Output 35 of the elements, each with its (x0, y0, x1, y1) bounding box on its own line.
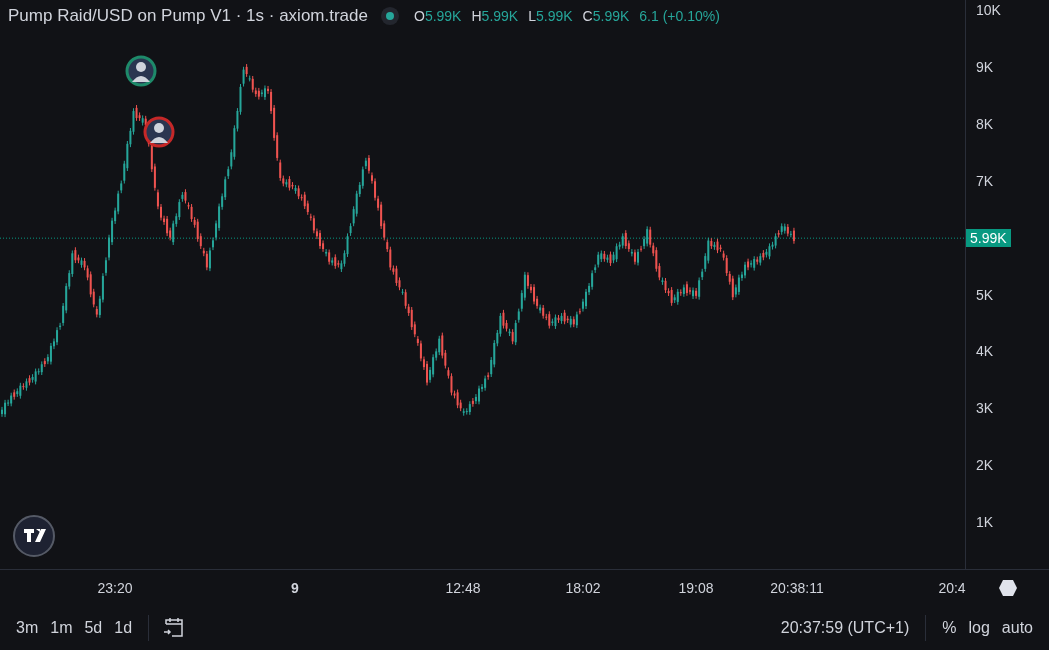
range-button[interactable]: 1d (110, 614, 137, 641)
clock-time[interactable]: 20:37:59 (UTC+1) (780, 618, 910, 637)
price-tick: 4K (976, 343, 994, 360)
time-tick: 9 (291, 580, 299, 596)
ohlc-value: H5.99K (471, 8, 519, 24)
price-change: 6.1 (+0.10%) (639, 8, 720, 24)
price-tick: 7K (976, 172, 994, 189)
scale-option[interactable]: auto (997, 614, 1037, 641)
time-tick: 12:48 (445, 580, 481, 596)
time-tick: 20:38:11 (770, 580, 824, 596)
price-tick: 2K (976, 457, 994, 474)
ohlc-value: O5.99K (414, 8, 462, 24)
settings-icon[interactable] (998, 578, 1018, 598)
price-tick: 5K (976, 286, 994, 303)
price-tick: 1K (976, 514, 994, 531)
time-tick: 19:08 (678, 580, 714, 596)
ohlc-value: L5.99K (528, 8, 573, 24)
range-button[interactable]: 3m (12, 614, 43, 641)
avatar-marker[interactable] (142, 115, 176, 149)
range-button[interactable]: 1m (46, 614, 77, 641)
time-tick: 23:20 (97, 580, 133, 596)
logo-icon[interactable] (12, 514, 56, 558)
price-tick: 9K (976, 58, 994, 75)
chart-title: Pump Raid/USD on Pump V1 · 1s · axiom.trade (8, 6, 368, 26)
last-price-label: 5.99K (966, 229, 1011, 247)
scale-option[interactable]: log (964, 614, 994, 641)
price-tick: 10K (976, 2, 1001, 18)
time-tick: 18:02 (565, 580, 601, 596)
avatar-marker[interactable] (124, 54, 158, 88)
ohlc-value: C5.99K (582, 8, 630, 24)
time-tick: 20:4 (938, 580, 966, 596)
price-tick: 3K (976, 400, 994, 417)
price-tick: 8K (976, 115, 994, 132)
range-button[interactable]: 5d (80, 614, 107, 641)
scale-option[interactable]: % (938, 614, 961, 641)
